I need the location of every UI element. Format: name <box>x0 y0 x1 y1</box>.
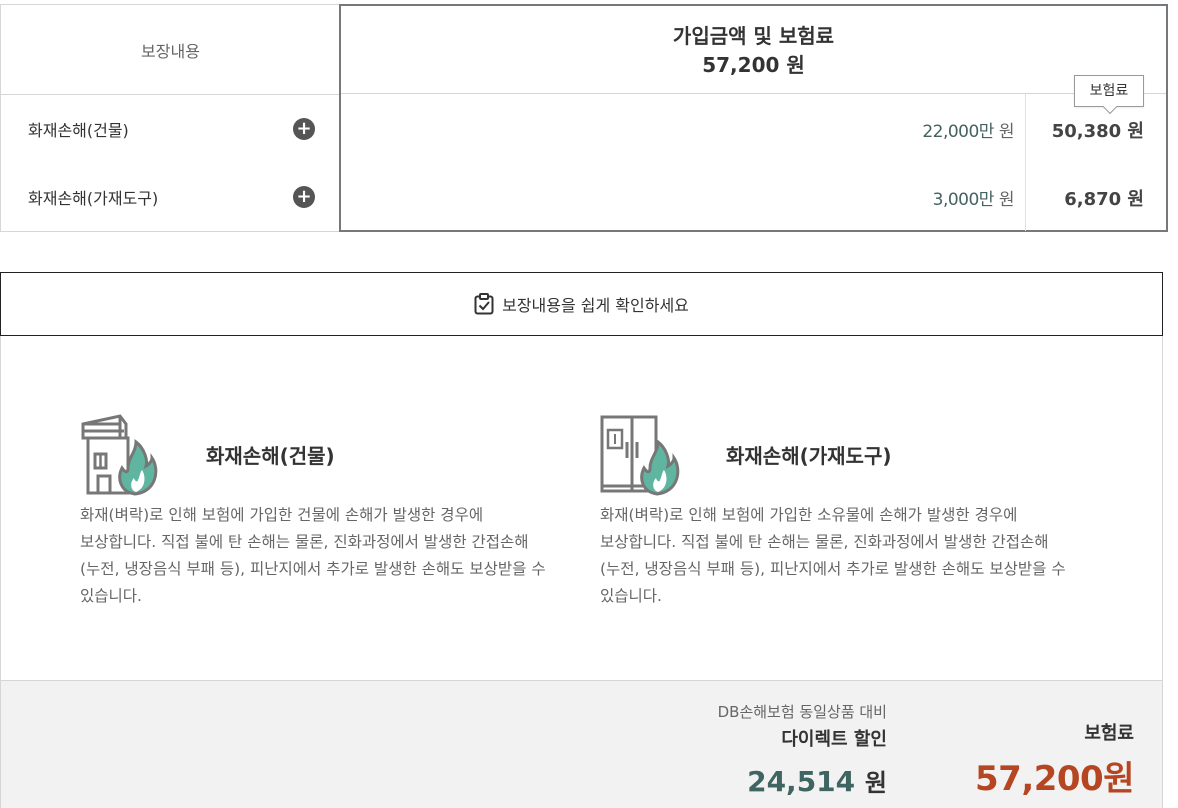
coverage-row-building: 화재손해(건물) + <box>1 95 341 163</box>
amount-header: 가입금액 및 보험료 57,200 원 <box>341 6 1166 94</box>
amount-value: 3,000만 <box>932 190 995 210</box>
premium-label: 보험료 <box>1084 723 1134 744</box>
details-header-label: 보장내용을 쉽게 확인하세요 <box>502 296 689 315</box>
expand-plus-icon[interactable]: + <box>293 186 315 208</box>
feature-title: 화재손해(가재도구) <box>726 444 892 468</box>
expand-plus-icon[interactable]: + <box>293 118 315 140</box>
feature-title: 화재손해(건물) <box>206 444 335 468</box>
checklist-icon <box>474 293 494 315</box>
coverage-amount: 22,000만 원 <box>922 117 1014 142</box>
coverage-name: 화재손해(가재도구) <box>28 189 159 208</box>
coverage-name-column: 보장내용 화재손해(건물) + 화재손해(가재도구) + <box>0 4 340 232</box>
amount-premium-box: 가입금액 및 보험료 57,200 원 22,000만 원 50,380 원 3… <box>339 4 1168 232</box>
total-premium: 57,200 원 <box>702 53 805 77</box>
discount-value: 24,514 <box>747 765 856 798</box>
coverage-premium: 6,870 원 <box>1064 189 1144 210</box>
coverage-amount: 3,000만 원 <box>932 185 1015 210</box>
discount-amount: 24,514 원 <box>747 763 887 798</box>
coverage-name: 화재손해(건물) <box>28 121 129 140</box>
premium-total: 57,200원 <box>975 759 1134 799</box>
amount-unit: 원 <box>998 190 1015 210</box>
feature-description: 화재(벼락)로 인해 보험에 가입한 소유물에 손해가 발생한 경우에 보상합니… <box>600 506 1066 605</box>
amount-header-title: 가입금액 및 보험료 <box>672 24 835 48</box>
feature-description: 화재(벼락)로 인해 보험에 가입한 건물에 손해가 발생한 경우에 보상합니다… <box>80 506 546 605</box>
discount-unit: 원 <box>864 769 887 797</box>
amount-value: 22,000만 <box>922 122 994 142</box>
column-divider <box>1025 94 1026 231</box>
coverage-premium: 50,380 원 <box>1051 121 1144 142</box>
amount-unit: 원 <box>998 122 1015 142</box>
details-header[interactable]: 보장내용을 쉽게 확인하세요 <box>0 272 1163 336</box>
fridge-fire-icon <box>600 415 680 496</box>
coverage-row-contents: 화재손해(가재도구) + <box>1 163 341 231</box>
house-fire-icon <box>81 414 158 496</box>
premium-tooltip: 보험료 <box>1074 75 1144 107</box>
coverage-header: 보장내용 <box>1 5 340 95</box>
coverage-table: 보장내용 화재손해(건물) + 화재손해(가재도구) + 가입금액 및 보험료 … <box>0 4 1168 232</box>
compare-label: DB손해보험 동일상품 대비 <box>717 703 887 721</box>
premium-summary: DB손해보험 동일상품 대비 다이렉트 할인 24,514 원 보험료 57,2… <box>0 680 1163 808</box>
discount-label: 다이렉트 할인 <box>781 729 887 750</box>
